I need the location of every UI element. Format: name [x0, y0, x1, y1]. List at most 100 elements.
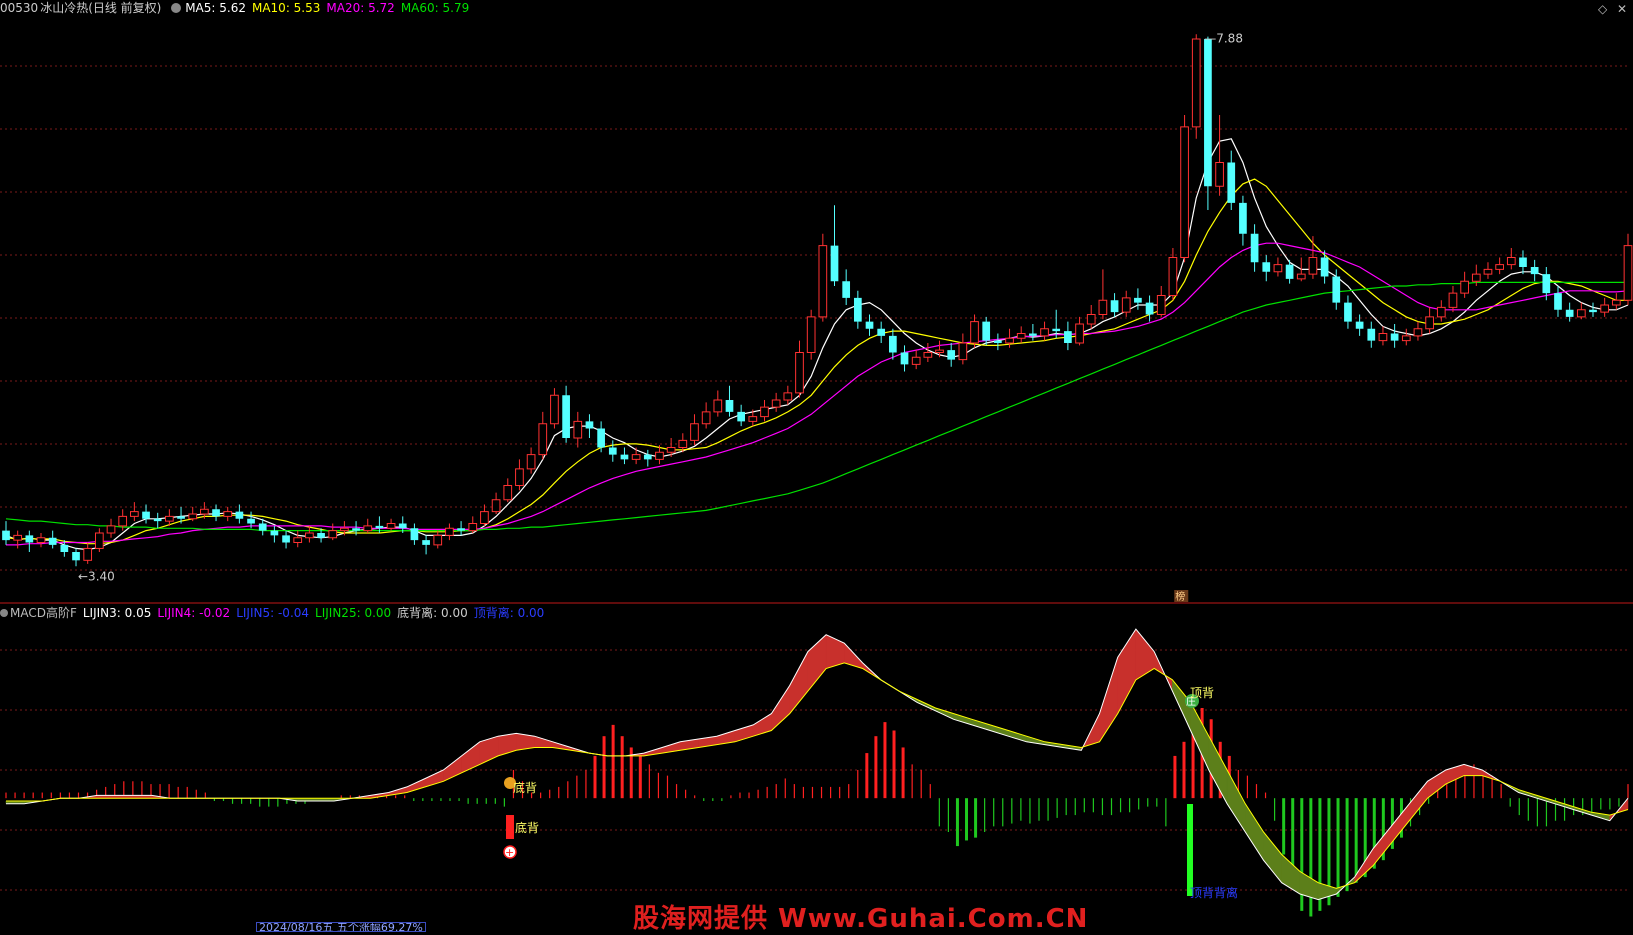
candle-body: [83, 547, 93, 561]
candle-body: [410, 528, 419, 541]
candle-body: [1239, 202, 1247, 234]
low-price-label: ←3.40: [78, 569, 115, 583]
candle-body: [643, 454, 652, 460]
macd-band: [971, 718, 991, 731]
candle-body: [923, 352, 933, 358]
candle-body: [830, 245, 839, 282]
candle-body: [317, 533, 325, 538]
candle-body: [970, 321, 979, 344]
candle-body: [795, 352, 804, 394]
candle-body: [1262, 262, 1271, 272]
candle-body: [72, 552, 80, 561]
candle-body: [1425, 316, 1434, 330]
candle-body: [1308, 257, 1318, 275]
macd-band: [534, 735, 553, 748]
candle-body: [515, 468, 524, 486]
candle-body: [1413, 328, 1423, 337]
ma60-line: [5, 281, 1628, 532]
candle-body: [701, 411, 711, 425]
top-div-bar: [1187, 804, 1193, 896]
macd-band: [752, 713, 772, 737]
candle-body: [562, 395, 570, 438]
candle-body: [247, 518, 255, 524]
candle-body: [1483, 268, 1493, 275]
candle-body: [36, 537, 46, 543]
candle-body: [165, 515, 174, 522]
candle-body: [48, 537, 57, 545]
candle-body: [13, 534, 23, 541]
candle-body: [1156, 295, 1166, 315]
candle-body: [235, 511, 244, 519]
macd-band: [953, 713, 973, 726]
candle-body: [1075, 323, 1084, 344]
candle-body: [585, 421, 594, 429]
watermark: 股海网提供 Www.Guhai.Com.CN: [633, 904, 1089, 934]
candle-body: [783, 392, 793, 401]
candle-body: [842, 281, 851, 298]
macd-band: [1008, 730, 1027, 743]
plus-icon: +: [505, 846, 514, 859]
candle-body: [1227, 162, 1236, 203]
candle-body: [1623, 245, 1633, 301]
candle-body: [1168, 257, 1178, 296]
candle-body: [550, 394, 559, 425]
candle-body: [1145, 302, 1154, 315]
macd-indicator: [5, 628, 1629, 917]
macd-band: [1117, 628, 1137, 714]
candle-body: [958, 342, 968, 361]
candle-body: [352, 528, 360, 531]
candle-body: [445, 527, 454, 536]
candle-body: [480, 511, 489, 524]
candle-body: [1436, 306, 1446, 318]
candle-body: [153, 518, 162, 522]
macd-band: [771, 684, 790, 732]
macd-band: [989, 724, 1009, 737]
candle-body: [270, 530, 279, 536]
top-div-alert-label: 顶背背离: [1190, 885, 1238, 900]
candle-body: [1016, 333, 1026, 339]
candle-body: [1273, 264, 1283, 273]
candle-body: [806, 316, 816, 353]
candle-body: [935, 349, 944, 353]
macd-band: [789, 651, 809, 715]
candle-body: [1110, 300, 1119, 313]
candle-body: [25, 535, 34, 543]
macd-band: [844, 642, 863, 669]
candle-body: [1204, 39, 1212, 187]
candle-body: [1471, 273, 1481, 282]
candle-body: [911, 356, 921, 365]
candle-body: [1506, 257, 1516, 266]
candle-body: [468, 523, 478, 532]
candle-body: [1285, 264, 1294, 279]
candle-body: [433, 534, 443, 546]
candle-body: [1121, 297, 1131, 313]
candle-body: [608, 447, 617, 455]
candle-body: [223, 511, 233, 517]
candle-body: [142, 511, 150, 519]
candle-body: [1296, 273, 1306, 280]
candle-body: [1086, 314, 1096, 325]
candle-body: [1611, 299, 1621, 306]
macd-band: [1226, 769, 1246, 833]
candle-body: [1367, 328, 1376, 341]
ma20-line: [6, 242, 1629, 546]
bottom-div-bar: [506, 815, 514, 839]
candle-body: [1005, 337, 1014, 344]
candle-body: [690, 423, 699, 441]
stock-chart[interactable]: —7.88←3.40榜底背底背+庄顶背顶背背离: [0, 0, 1633, 930]
moving-average-lines: [5, 138, 1629, 551]
candle-body: [725, 400, 734, 412]
candle-body: [713, 399, 723, 413]
status-date-info: 2024/08/16五 五个涨幅69.27%: [256, 922, 426, 932]
candle-body: [1390, 333, 1399, 341]
macd-band: [1135, 628, 1155, 681]
candle-body: [95, 532, 104, 549]
candle-body: [1029, 333, 1037, 336]
candle-body: [877, 328, 886, 336]
candle-body: [188, 513, 198, 520]
candle-body: [597, 428, 605, 448]
candle-body: [422, 540, 430, 545]
candle-body: [737, 411, 746, 422]
candle-body: [620, 454, 629, 460]
candle-body: [538, 423, 548, 456]
